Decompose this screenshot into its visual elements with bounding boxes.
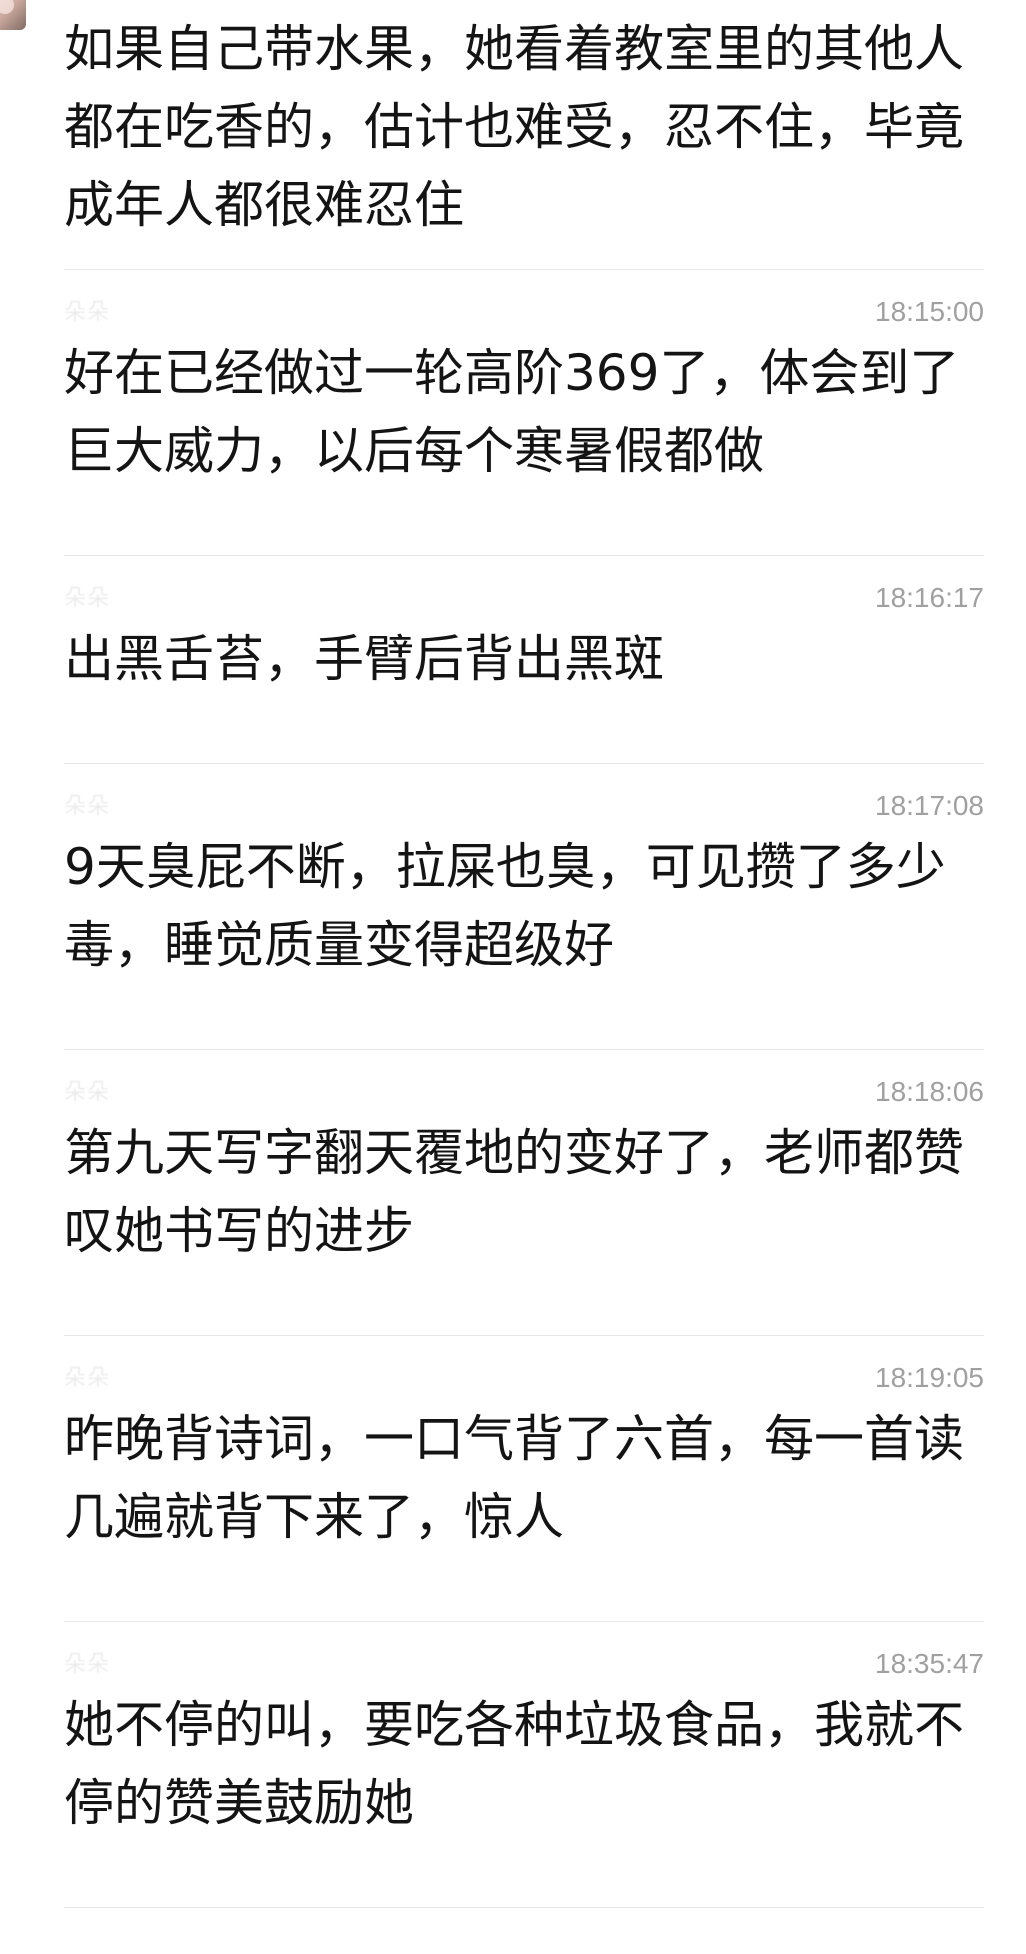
sender-name: 朵朵: [64, 300, 111, 325]
message-text: 第九天写字翻天覆地的变好了，老师都赞叹她书写的进步: [64, 1124, 964, 1260]
message-text-container: 她不停的叫，要吃各种垃圾食品，我就不停的赞美鼓励她: [64, 1686, 984, 1842]
message-item: 朵朵 18:17:08 9天臭屁不断，拉屎也臭，可见攒了多少毒，睡觉质量变得超级…: [64, 764, 984, 1050]
sender-name: 朵朵: [64, 1652, 111, 1677]
sender-name: 朵朵: [64, 586, 111, 611]
message-item: 朵朵 18:19:05 昨晚背诗词，一口气背了六首，每一首读几遍就背下来了，惊人: [64, 1336, 984, 1622]
message-item: 朵朵 18:35:47 她不停的叫，要吃各种垃圾食品，我就不停的赞美鼓励她: [64, 1622, 984, 1908]
sender-name: 朵朵: [64, 1366, 111, 1391]
message-text: 出黑舌苔，手臂后背出黑斑: [64, 630, 664, 688]
message-meta: 朵朵 18:17:08: [64, 764, 984, 828]
message-text: 好在已经做过一轮高阶369了，体会到了巨大威力，以后每个寒暑假都做: [64, 344, 960, 480]
timestamp: 18:16:17: [875, 582, 984, 613]
message-meta: 朵朵 18:35:47: [64, 1622, 984, 1686]
message-item: 朵朵 18:16:17 出黑舌苔，手臂后背出黑斑: [64, 556, 984, 764]
timestamp: 18:18:06: [875, 1076, 984, 1107]
message-item: 朵朵 18:18:06 第九天写字翻天覆地的变好了，老师都赞叹她书写的进步: [64, 1050, 984, 1336]
message-meta: 朵朵 18:19:05: [64, 1336, 984, 1400]
grinning-face-emoji-icon: [416, 1778, 474, 1836]
timestamp: 18:17:08: [875, 790, 984, 821]
message-meta: 朵朵 18:16:17: [64, 556, 984, 620]
timestamp: 18:35:47: [875, 1648, 984, 1679]
message-thread: 如果自己带水果，她看着教室里的其他人都在吃香的，估计也难受，忍不住，毕竟成年人都…: [64, 0, 984, 1908]
avatar[interactable]: [0, 0, 26, 30]
message-text: 她不停的叫，要吃各种垃圾食品，我就不停的赞美鼓励她: [64, 1696, 964, 1832]
message-text: 9天臭屁不断，拉屎也臭，可见攒了多少毒，睡觉质量变得超级好: [64, 838, 946, 974]
timestamp: 18:15:00: [875, 296, 984, 327]
message-text: 昨晚背诗词，一口气背了六首，每一首读几遍就背下来了，惊人: [64, 1410, 964, 1546]
message-text: 如果自己带水果，她看着教室里的其他人都在吃香的，估计也难受，忍不住，毕竟成年人都…: [64, 20, 964, 234]
timestamp: 18:19:05: [875, 1362, 984, 1393]
message-item: 朵朵 18:15:00 好在已经做过一轮高阶369了，体会到了巨大威力，以后每个…: [64, 270, 984, 556]
sender-name: 朵朵: [64, 794, 111, 819]
message-item: 如果自己带水果，她看着教室里的其他人都在吃香的，估计也难受，忍不住，毕竟成年人都…: [64, 0, 984, 270]
message-meta: 朵朵 18:18:06: [64, 1050, 984, 1114]
sender-name: 朵朵: [64, 1080, 111, 1105]
message-meta: 朵朵 18:15:00: [64, 270, 984, 334]
